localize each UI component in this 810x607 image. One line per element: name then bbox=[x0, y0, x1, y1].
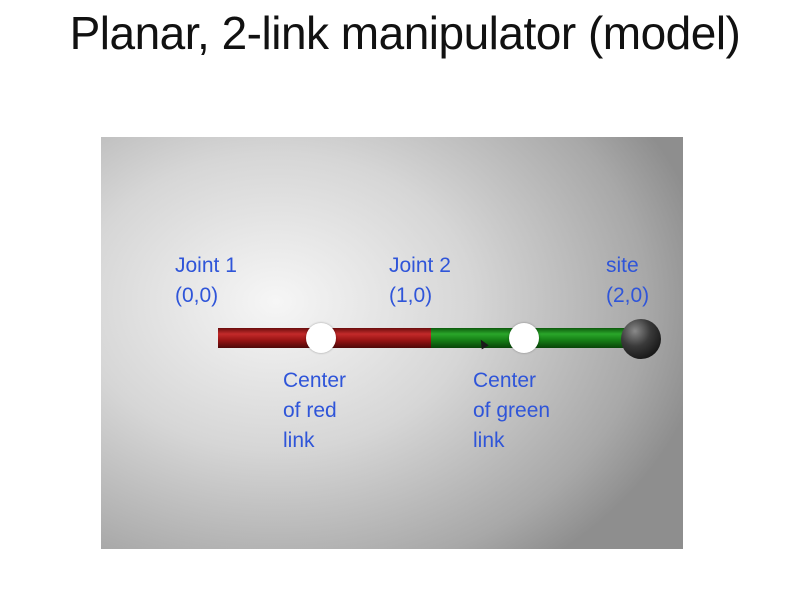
joint1-coord: (0,0) bbox=[175, 284, 219, 307]
red-link-center-label: Center of red link bbox=[283, 366, 346, 456]
site-name: site bbox=[606, 254, 639, 277]
joint1-name: Joint 1 bbox=[175, 254, 237, 277]
joint2-name: Joint 2 bbox=[389, 254, 451, 277]
green-link-center-label: Center of green link bbox=[473, 366, 550, 456]
red-center-line3: link bbox=[283, 429, 315, 452]
green-link-center-marker bbox=[509, 323, 539, 353]
joint2-label: Joint 2 (1,0) bbox=[389, 251, 451, 311]
joint2-coord: (1,0) bbox=[389, 284, 433, 307]
green-center-line2: of green bbox=[473, 399, 551, 422]
site-coord: (2,0) bbox=[606, 284, 650, 307]
manipulator-figure: Joint 1 (0,0) Joint 2 (1,0) site (2,0) C… bbox=[101, 137, 683, 549]
red-center-line1: Center bbox=[283, 369, 347, 392]
red-link-center-marker bbox=[306, 323, 336, 353]
red-center-line2: of red bbox=[283, 399, 337, 422]
slide-title: Planar, 2-link manipulator (model) bbox=[69, 7, 741, 59]
slide-page: Planar, 2-link manipulator (model) Joint… bbox=[0, 0, 810, 607]
green-center-line1: Center bbox=[473, 369, 537, 392]
joint1-label: Joint 1 (0,0) bbox=[175, 251, 237, 311]
green-center-line3: link bbox=[473, 429, 505, 452]
site-ball bbox=[621, 319, 661, 359]
site-label: site (2,0) bbox=[606, 251, 649, 311]
